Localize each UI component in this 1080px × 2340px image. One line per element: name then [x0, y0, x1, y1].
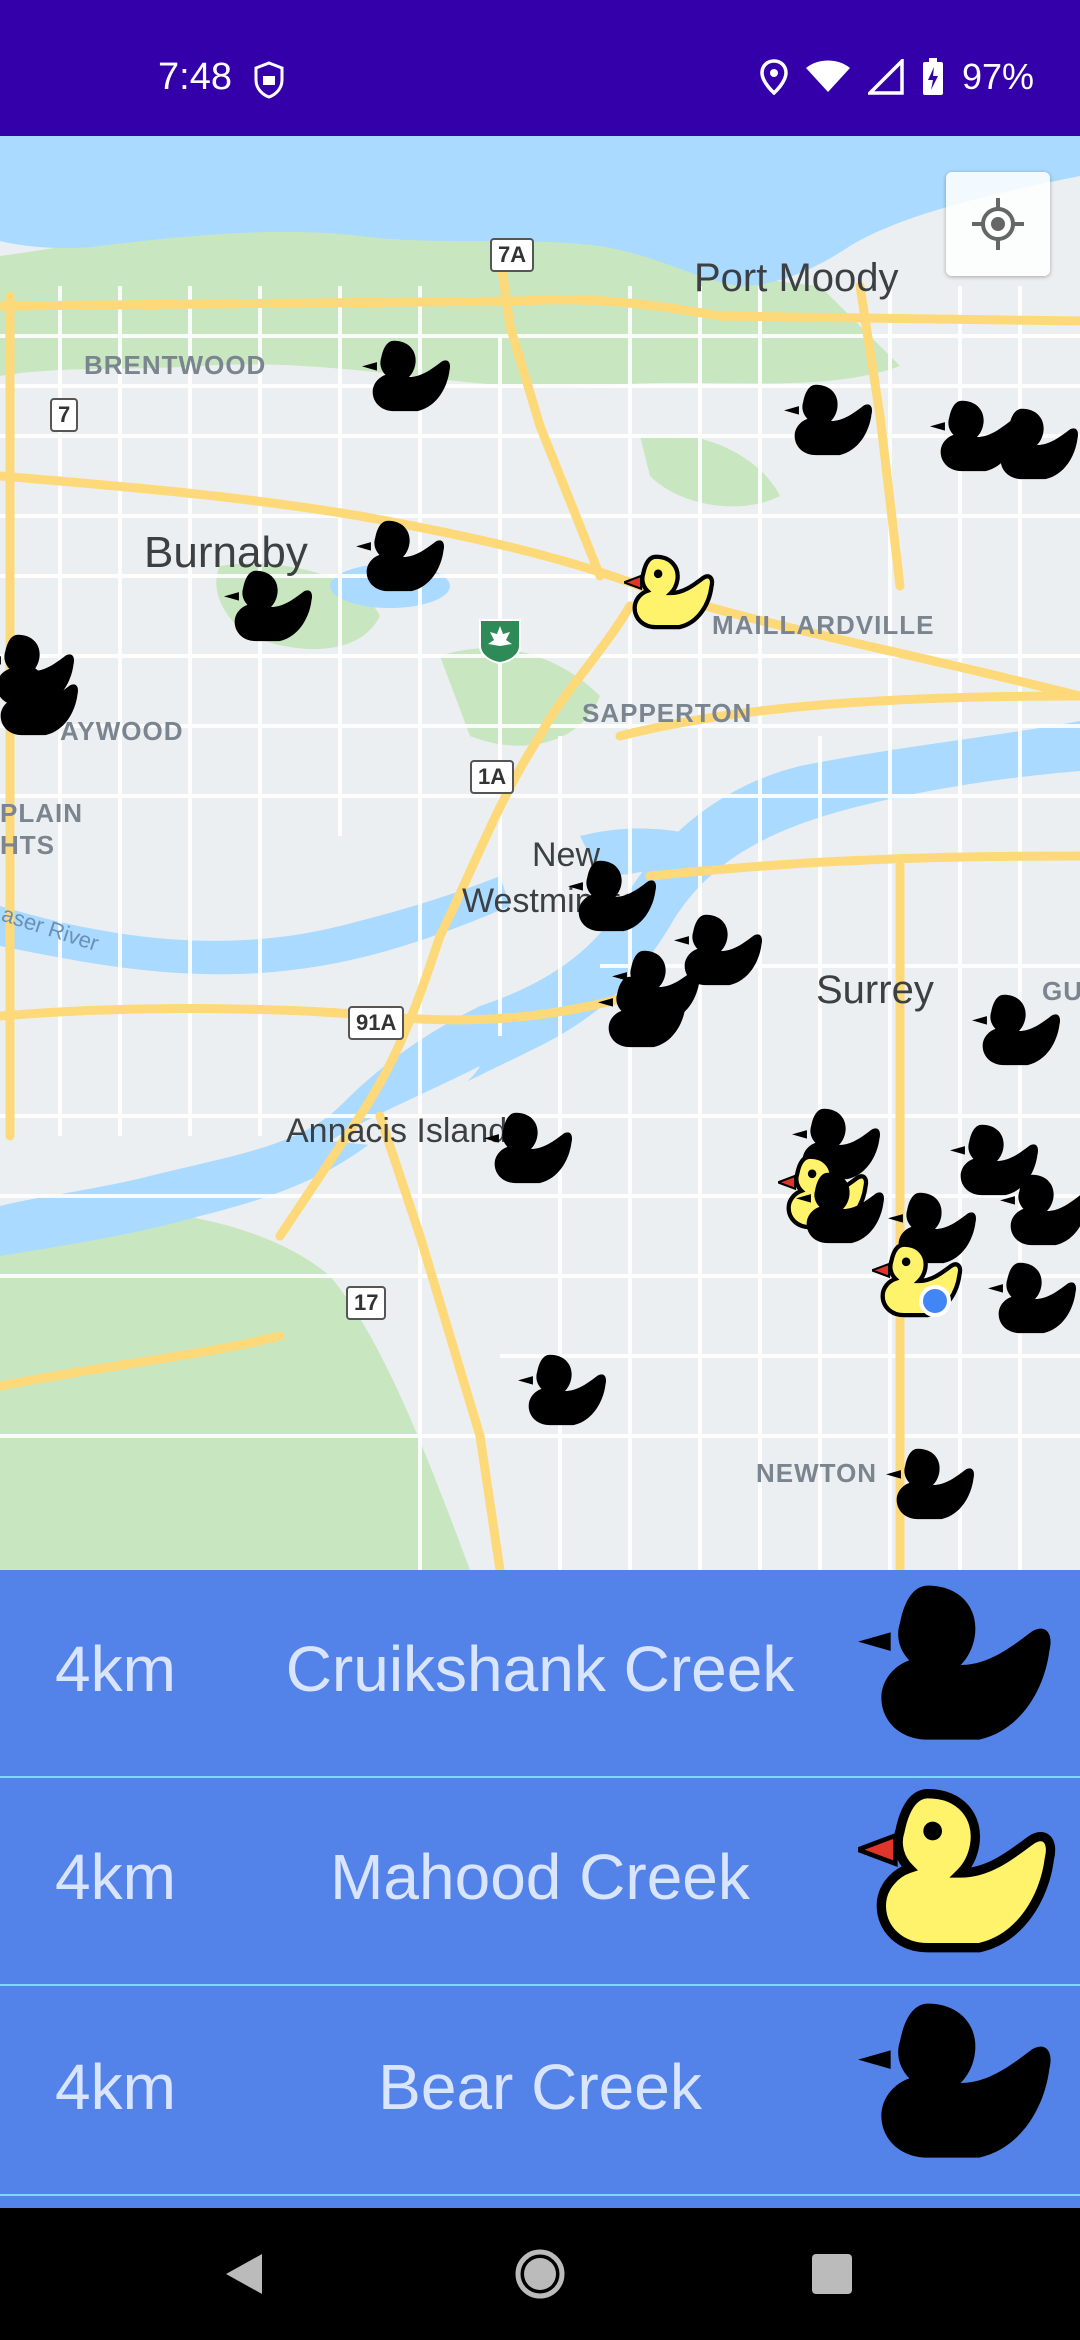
trans-canada-highway-icon [479, 619, 521, 664]
highway-shield-7a: 7A [490, 238, 535, 272]
list-item-distance: 4km [55, 1841, 176, 1913]
map-label-surrey: Surrey [816, 968, 934, 1012]
navigation-bar [0, 2208, 1080, 2340]
duck-marker[interactable] [568, 852, 664, 942]
list-item[interactable]: 4km Cruikshank Creek [0, 1570, 1080, 1778]
map-label-plain: PLAIN [0, 798, 83, 828]
duck-marker[interactable] [784, 376, 880, 466]
duck-yellow-icon [858, 1778, 1068, 1968]
my-location-icon [972, 198, 1024, 250]
duck-black-icon [858, 2003, 1051, 2158]
list-item[interactable]: 4km Mahood Creek [0, 1778, 1080, 1986]
battery-percent: 97% [961, 56, 1034, 97]
status-right: 97% [760, 56, 1034, 98]
list-item-distance: 4km [55, 1633, 176, 1705]
duck-marker[interactable] [1000, 1166, 1080, 1256]
duck-marker[interactable] [598, 968, 694, 1058]
map-label-newton: NEWTON [756, 1458, 878, 1488]
map-label-annacis: Annacis Island [286, 1112, 508, 1150]
map-label-hts: HTS [0, 830, 55, 860]
creek-list[interactable]: 4km Cruikshank Creek 4km Mahood Creek 4k… [0, 1570, 1080, 2208]
duck-marker-found[interactable] [624, 548, 720, 638]
status-time: 7:48 [158, 56, 232, 98]
duck-black-icon [858, 1585, 1051, 1740]
list-item-name: Bear Creek [378, 2051, 702, 2123]
home-button[interactable] [480, 2208, 600, 2340]
list-item-name: Cruikshank Creek [285, 1633, 795, 1705]
status-bar: 7:48 97% [0, 0, 1080, 136]
duck-marker[interactable] [0, 656, 86, 746]
map-label-brentwood: BRENTWOOD [84, 350, 267, 380]
duck-black-icon [858, 2194, 1068, 2208]
back-icon [226, 2254, 262, 2294]
duck-marker[interactable] [886, 1440, 982, 1530]
highway-shield-7: 7 [50, 398, 79, 432]
highway-shield-17: 17 [346, 1286, 387, 1320]
current-location-dot [919, 1285, 951, 1317]
duck-marker[interactable] [990, 400, 1080, 490]
map-label-sapperton: SAPPERTON [582, 698, 753, 728]
duck-marker[interactable] [518, 1346, 614, 1436]
duck-marker[interactable] [988, 1254, 1080, 1344]
highway-shield-1a: 1A [470, 760, 515, 794]
battery-icon [922, 58, 943, 95]
duck-marker[interactable] [362, 332, 458, 422]
my-location-button[interactable] [946, 172, 1050, 276]
map-view[interactable]: Port Moody BRENTWOOD Burnaby MAILLARDVIL… [0, 136, 1080, 1570]
location-icon [760, 59, 788, 95]
duck-marker[interactable] [356, 512, 452, 602]
wifi-icon [805, 60, 850, 92]
list-item-partial[interactable] [0, 2198, 1080, 2208]
back-button[interactable] [184, 2208, 304, 2340]
recents-button[interactable] [772, 2208, 892, 2340]
duck-marker[interactable] [972, 986, 1068, 1076]
list-item-distance: 4km [55, 2051, 176, 2123]
list-item-name: Mahood Creek [330, 1841, 750, 1913]
signal-icon [867, 59, 904, 95]
duck-marker[interactable] [224, 562, 320, 652]
highway-shield-91a: 91A [348, 1006, 405, 1040]
map-label-port-moody: Port Moody [694, 256, 899, 300]
map-label-maillardville: MAILLARDVILLE [712, 610, 935, 640]
shield-icon [254, 61, 284, 99]
duck-marker[interactable] [484, 1104, 580, 1194]
recents-icon [812, 2254, 852, 2294]
list-item[interactable]: 4km Bear Creek [0, 1988, 1080, 2196]
home-icon [515, 2249, 565, 2299]
